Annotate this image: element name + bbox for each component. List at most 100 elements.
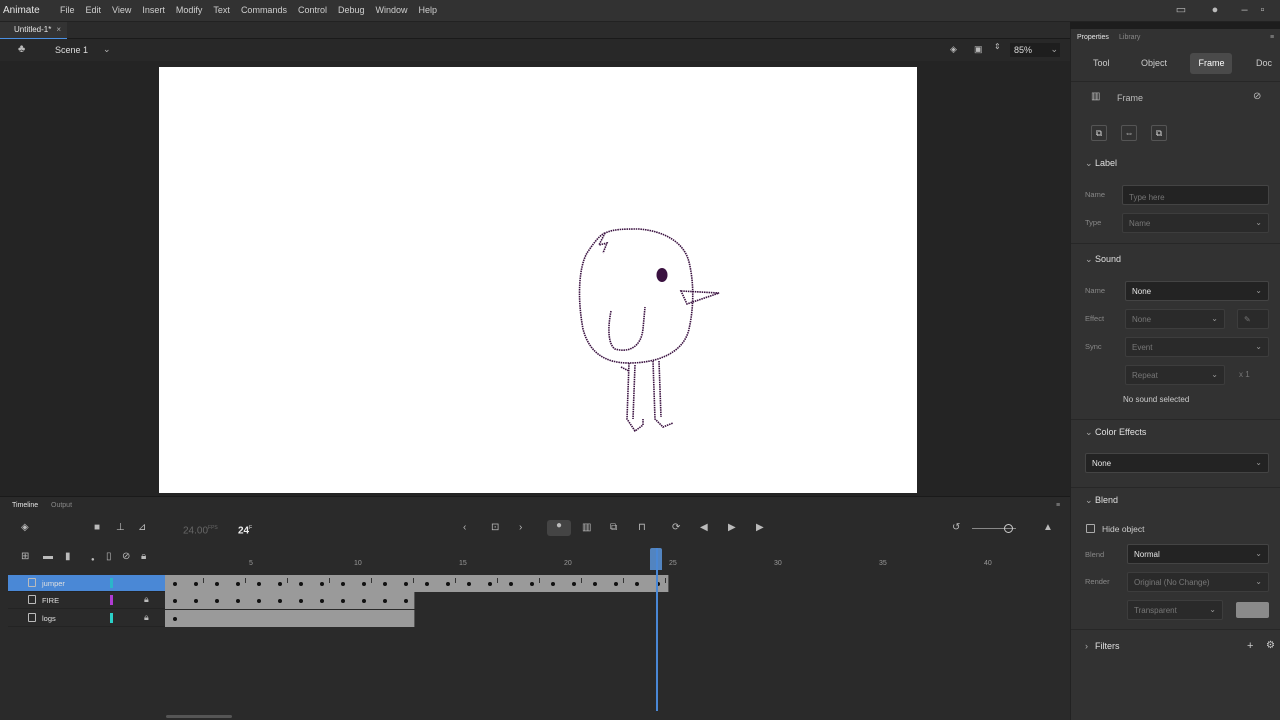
maximize-icon[interactable]: ▫ xyxy=(1258,4,1267,16)
keyframe-dot[interactable] xyxy=(509,582,513,586)
keyframe-dot[interactable] xyxy=(278,599,282,603)
edit-sound-envelope-button[interactable]: ✎ xyxy=(1237,309,1269,329)
expand-timeline-icon[interactable]: ▲ xyxy=(1043,522,1053,534)
keyframe-dot[interactable] xyxy=(614,582,618,586)
hide-all-icon[interactable]: ⊘ xyxy=(122,551,130,563)
keyframe-dot[interactable] xyxy=(173,617,177,621)
keyframe-dot[interactable] xyxy=(383,599,387,603)
menu-text[interactable]: Text xyxy=(213,5,230,15)
tab-output[interactable]: Output xyxy=(51,502,72,509)
fit-icon[interactable]: ▣ xyxy=(974,44,983,55)
keyframe-dot[interactable] xyxy=(257,599,261,603)
frame-ruler[interactable]: 5 10 15 20 25 30 35 40 xyxy=(165,557,1060,571)
tab-properties[interactable]: Properties xyxy=(1077,34,1109,41)
workspace-icon[interactable]: ▭ xyxy=(1175,4,1187,16)
add-filter-icon[interactable]: + xyxy=(1247,640,1253,652)
menu-window[interactable]: Window xyxy=(376,5,408,15)
zoom-slider-thumb[interactable] xyxy=(1004,524,1013,533)
blend-section-header[interactable]: ⌄ Blend xyxy=(1085,495,1118,506)
undo-zoom-icon[interactable]: ↺ xyxy=(952,522,960,534)
menu-modify[interactable]: Modify xyxy=(176,5,203,15)
menu-insert[interactable]: Insert xyxy=(142,5,165,15)
menu-edit[interactable]: Edit xyxy=(86,5,102,15)
zoom-field[interactable]: 85% ⌄ xyxy=(1010,43,1060,57)
keyframe-dot[interactable] xyxy=(593,582,597,586)
keyframe-dot[interactable] xyxy=(635,582,639,586)
keyframe-dot[interactable] xyxy=(446,582,450,586)
label-type-select[interactable]: Name ⌄ xyxy=(1122,213,1269,233)
segment-object[interactable]: Object xyxy=(1133,53,1175,74)
keyframe-dot[interactable] xyxy=(572,582,576,586)
keyframe-dot[interactable] xyxy=(194,599,198,603)
keyframe-dot[interactable] xyxy=(467,582,471,586)
layer-color-swatch[interactable] xyxy=(110,578,113,588)
swap-icon[interactable]: ⇔ xyxy=(1121,125,1137,141)
keyframe-dot[interactable] xyxy=(278,582,282,586)
frame-label-input[interactable] xyxy=(1122,185,1269,205)
minimize-icon[interactable]: – xyxy=(1240,4,1249,16)
keyframe-dot[interactable] xyxy=(530,582,534,586)
keyframe-dot[interactable] xyxy=(236,582,240,586)
lock-icon[interactable]: 🔒︎ xyxy=(144,612,149,623)
keyframe-dot[interactable] xyxy=(425,582,429,586)
playhead[interactable] xyxy=(656,548,658,711)
frames-logs[interactable] xyxy=(165,610,1060,627)
onion-outline-icon[interactable]: ▥ xyxy=(582,522,591,534)
keyframe-dot[interactable] xyxy=(173,582,177,586)
highlight-icon[interactable]: ● xyxy=(91,554,95,566)
help-icon[interactable]: ⊘ xyxy=(1253,91,1261,102)
play-icon[interactable]: ▶ xyxy=(728,522,736,534)
graph-icon[interactable]: ⊿ xyxy=(138,522,146,534)
frames-fire[interactable] xyxy=(165,592,1060,609)
keyframe-dot[interactable] xyxy=(383,582,387,586)
menu-debug[interactable]: Debug xyxy=(338,5,365,15)
lock-all-icon[interactable]: 🔒︎ xyxy=(141,551,146,563)
keyframe-dot[interactable] xyxy=(236,599,240,603)
frame-span[interactable] xyxy=(165,592,415,609)
tab-timeline[interactable]: Timeline xyxy=(12,502,38,509)
stage[interactable] xyxy=(159,67,917,493)
copy-icon[interactable]: ⧉ xyxy=(1151,125,1167,141)
outline-icon[interactable]: ▯ xyxy=(106,551,112,563)
color-effects-section-header[interactable]: ⌄ Color Effects xyxy=(1085,427,1146,438)
keyframe-dot[interactable] xyxy=(299,582,303,586)
new-folder-icon[interactable]: ▬ xyxy=(43,551,53,563)
timeline-menu-icon[interactable]: ≡ xyxy=(1056,502,1060,509)
convert-keyframe-icon[interactable]: ⧉ xyxy=(1091,125,1107,141)
step-back-icon[interactable]: ◀ xyxy=(700,522,708,534)
render-select[interactable]: Original (No Change) ⌄ xyxy=(1127,572,1269,592)
onion-skin-icon[interactable]: ● xyxy=(547,520,571,536)
keyframe-dot[interactable] xyxy=(215,599,219,603)
layer-row-fire[interactable]: FIRE 🔒︎ xyxy=(8,592,165,609)
new-layer-icon[interactable]: ⊞ xyxy=(21,551,29,563)
label-section-header[interactable]: ⌄ Label xyxy=(1085,158,1117,169)
background-color-swatch[interactable] xyxy=(1236,602,1269,618)
frame-span[interactable] xyxy=(165,610,415,627)
keyframe-dot[interactable] xyxy=(551,582,555,586)
layers-icon[interactable]: ◈ xyxy=(21,522,29,534)
segment-tool[interactable]: Tool xyxy=(1085,53,1118,74)
keyframe-dot[interactable] xyxy=(299,599,303,603)
hide-object-checkbox[interactable] xyxy=(1086,524,1095,533)
layer-color-swatch[interactable] xyxy=(110,595,113,605)
tab-library[interactable]: Library xyxy=(1119,34,1140,41)
loop-icon[interactable]: ⟳ xyxy=(672,522,680,534)
clip-icon[interactable]: ◈ xyxy=(950,44,957,55)
keyframe-dot[interactable] xyxy=(362,599,366,603)
sound-sync-select[interactable]: Event ⌄ xyxy=(1125,337,1269,357)
next-keyframe-icon[interactable]: › xyxy=(519,522,522,534)
delete-layer-icon[interactable]: ▮ xyxy=(65,551,71,563)
segment-doc[interactable]: Doc xyxy=(1248,53,1280,74)
bird-drawing[interactable] xyxy=(159,67,917,493)
layer-row-jumper[interactable]: jumper xyxy=(8,575,165,592)
keyframe-dot[interactable] xyxy=(404,582,408,586)
keyframe-dot[interactable] xyxy=(341,599,345,603)
keyframe-dot[interactable] xyxy=(320,582,324,586)
scene-dropdown-icon[interactable]: ⌄ xyxy=(103,44,111,55)
test-movie-icon[interactable]: ● xyxy=(1209,4,1221,16)
layer-color-swatch[interactable] xyxy=(110,613,113,623)
close-tab-icon[interactable]: × xyxy=(56,25,61,34)
layer-row-logs[interactable]: logs 🔒︎ xyxy=(8,610,165,627)
filters-section-header[interactable]: › Filters xyxy=(1085,641,1120,651)
menu-control[interactable]: Control xyxy=(298,5,327,15)
